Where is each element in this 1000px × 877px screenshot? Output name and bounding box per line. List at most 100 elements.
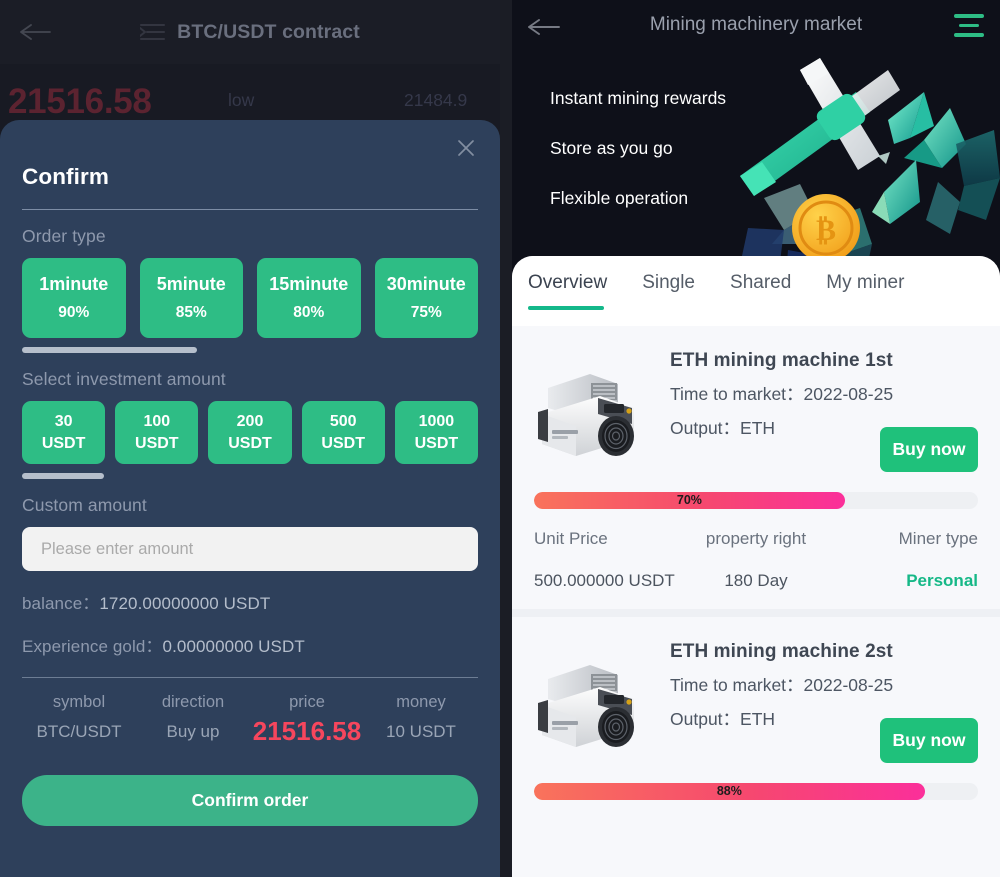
summary-value: 10 USDT [386,722,456,741]
confirm-order-modal: Confirm Order type 1minute 90% 5minute 8… [0,120,500,877]
output-value: ETH [740,709,776,729]
miner-card-main: ETH mining machine 2st Time to market：20… [534,639,978,767]
spec-header: Unit Price [534,529,608,548]
summary-header: direction [161,693,225,711]
order-type-rate: 85% [175,304,207,321]
miner-machine-image [534,653,644,753]
miner-card[interactable]: ETH mining machine 2st Time to market：20… [512,617,1000,800]
miner-spec-table: Unit Price 500.000000 USDT property righ… [534,529,978,609]
order-type-option-30minute[interactable]: 30minute 75% [374,258,478,338]
tab-single[interactable]: Single [642,272,712,326]
summary-value: 21516.58 [252,716,362,746]
close-icon[interactable] [453,135,479,161]
order-type-option-5minute[interactable]: 5minute 85% [139,258,243,338]
mining-tabs: Overview Single Shared My miner [512,256,1000,326]
order-type-rate: 75% [410,304,442,321]
last-price: 21516.58 [8,82,152,121]
time-to-market-value: 2022-08-25 [803,384,894,404]
custom-amount-input[interactable] [22,527,478,571]
miner-card[interactable]: ETH mining machine 1st Time to market：20… [512,326,1000,609]
experience-gold-row: Experience gold：0.00000000 USDT [22,632,478,657]
order-type-duration: 30minute [386,274,466,294]
summary-header: price [289,693,325,711]
tab-shared[interactable]: Shared [730,272,808,326]
investment-option-500[interactable]: 500 USDT [301,401,385,464]
hero-bullet: Flexible operation [550,188,689,208]
investment-amount: 100 [143,412,171,430]
confirm-order-button[interactable]: Confirm order [22,775,478,826]
summary-col-symbol: symbol BTC/USDT [22,693,136,747]
investment-unit: USDT [41,434,86,452]
investment-amount-label: Select investment amount [22,369,226,389]
progress-label: 70% [676,493,702,507]
balance-row: balance：1720.00000000 USDT [22,589,478,614]
order-type-duration: 1minute [39,274,109,294]
tab-label: My miner [826,272,905,293]
hero-bullet-list: Instant mining rewards Store as you go F… [550,88,726,238]
spec-value: 500.000000 USDT [534,571,675,590]
hamburger-menu-icon[interactable] [954,14,984,40]
investment-option-30[interactable]: 30 USDT [22,401,106,464]
order-summary: symbol BTC/USDT direction Buy up price 2… [22,693,478,747]
contract-topbar [0,0,500,64]
tab-label: Shared [730,272,792,293]
svg-text:₿: ₿ [816,214,836,247]
summary-header: money [396,693,446,711]
scrollbar-thumb[interactable] [22,347,197,353]
order-type-duration: 15minute [269,274,349,294]
buy-now-button[interactable]: Buy now [880,427,978,472]
order-type-label: Order type [22,226,106,246]
miner-title: ETH mining machine 1st [670,350,893,371]
tab-underline [528,306,604,310]
summary-divider [22,677,478,678]
investment-unit: USDT [321,434,365,452]
buy-now-button[interactable]: Buy now [880,718,978,763]
output-label: Output： [670,418,741,438]
order-type-option-15minute[interactable]: 15minute 80% [257,258,361,338]
spec-header: property right [705,529,807,548]
page-title: Mining machinery market [649,14,863,35]
investment-option-100[interactable]: 100 USDT [115,401,199,464]
investment-amount: 1000 [418,412,455,430]
spec-header: Miner type [898,529,978,548]
order-type-rate: 80% [293,304,325,321]
investment-unit: USDT [135,434,179,452]
time-to-market-label: Time to market： [670,384,804,404]
summary-col-money: money 10 USDT [364,693,478,747]
tab-label: Single [642,272,696,293]
back-arrow-icon[interactable] [18,20,52,44]
scrollbar-thumb[interactable] [22,473,104,479]
right-panel-mining-market: Mining machinery market Instant mining r… [512,0,1000,877]
order-type-scrollbar[interactable] [22,347,478,353]
tab-label: Overview [528,272,608,293]
summary-value: BTC/USDT [36,722,122,741]
balance-label: balance： [22,594,100,613]
summary-header: symbol [52,693,106,711]
card-separator [512,609,1000,617]
summary-value: Buy up [166,722,220,741]
output-value: ETH [740,418,776,438]
investment-option-200[interactable]: 200 USDT [208,401,292,464]
miner-time-to-market: Time to market：2022-08-25 [670,381,893,406]
spec-col-miner-type: Miner type Personal [830,529,978,591]
investment-option-1000[interactable]: 1000 USDT [394,401,479,464]
pickaxe-crystal-illustration: ₿ [728,52,1000,280]
custom-amount-label: Custom amount [22,495,147,515]
mining-hero: Instant mining rewards Store as you go F… [512,58,1000,276]
panel-divider [500,0,512,877]
spec-col-property-right: property right 180 Day [682,529,830,591]
tab-overview[interactable]: Overview [528,272,624,326]
miner-machine-image [534,362,644,462]
order-type-option-1minute[interactable]: 1minute 90% [22,258,126,338]
miner-card-info: ETH mining machine 2st Time to market：20… [670,639,893,767]
miner-title: ETH mining machine 2st [670,641,893,662]
low-value: 21484.9 [404,90,468,110]
miner-output: Output：ETH [670,706,893,731]
order-type-rate: 90% [58,304,90,321]
investment-scrollbar[interactable] [22,473,478,479]
order-type-duration: 5minute [156,274,226,294]
mining-content-sheet: Overview Single Shared My miner ETH mini… [512,256,1000,877]
tab-my-miner[interactable]: My miner [826,272,921,326]
miner-time-to-market: Time to market：2022-08-25 [670,672,893,697]
low-label: low [228,90,255,110]
